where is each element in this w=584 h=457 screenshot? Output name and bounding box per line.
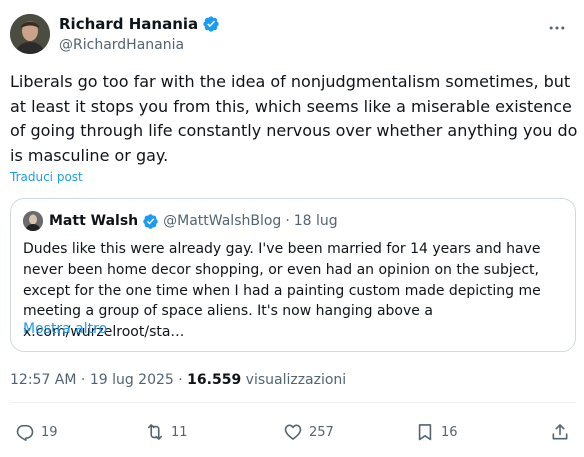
views-count: 16.559 (187, 372, 242, 388)
tweet: Richard Hanania @RichardHanania Liberals… (0, 0, 584, 457)
divider (10, 402, 576, 403)
tweet-time[interactable]: 12:57 AM (10, 372, 76, 388)
bookmark-icon (418, 424, 432, 441)
meta-separator-2: · (178, 372, 183, 388)
reply-count: 19 (41, 424, 58, 440)
bookmark-count: 16 (441, 424, 458, 440)
repost-icon (147, 424, 163, 440)
share-icon (552, 424, 568, 440)
like-button[interactable]: 257 (283, 421, 334, 443)
author-name[interactable]: Richard Hanania (59, 14, 198, 34)
author-handle[interactable]: @RichardHanania (59, 35, 184, 55)
show-more-link[interactable]: Mostra altro (23, 319, 107, 339)
bookmark-button[interactable]: 16 (415, 421, 458, 443)
author-avatar[interactable] (10, 14, 50, 54)
translate-post-link[interactable]: Traduci post (10, 169, 83, 185)
quoted-author-avatar (23, 211, 43, 231)
repost-button[interactable]: 11 (145, 421, 188, 443)
quoted-author-handle: @MattWalshBlog (163, 213, 282, 229)
tweet-date[interactable]: 19 lug 2025 (90, 372, 174, 388)
tweet-text: Liberals go too far with the idea of non… (10, 72, 578, 165)
share-button[interactable] (550, 421, 570, 443)
quoted-tweet-date: 18 lug (293, 213, 338, 229)
reply-button[interactable]: 19 (15, 421, 58, 443)
quoted-tweet[interactable]: Matt Walsh @MattWalshBlog · 18 lug Dudes… (10, 198, 576, 352)
quoted-meta-separator: · (285, 213, 290, 229)
quoted-tweet-header: Matt Walsh @MattWalshBlog · 18 lug (23, 211, 338, 231)
views-label: visualizzazioni (245, 372, 347, 388)
like-count: 257 (309, 424, 334, 440)
author-name-row[interactable]: Richard Hanania (59, 14, 220, 34)
tweet-meta: 12:57 AM · 19 lug 2025 · 16.559 visualiz… (10, 370, 346, 390)
verified-badge-icon (143, 213, 158, 229)
heart-icon (284, 424, 302, 440)
repost-count: 11 (171, 424, 188, 440)
quoted-author-name: Matt Walsh (49, 213, 139, 229)
verified-badge-icon (203, 16, 219, 32)
more-dots-icon[interactable] (545, 16, 569, 40)
meta-separator: · (80, 372, 86, 388)
reply-icon (16, 424, 34, 442)
